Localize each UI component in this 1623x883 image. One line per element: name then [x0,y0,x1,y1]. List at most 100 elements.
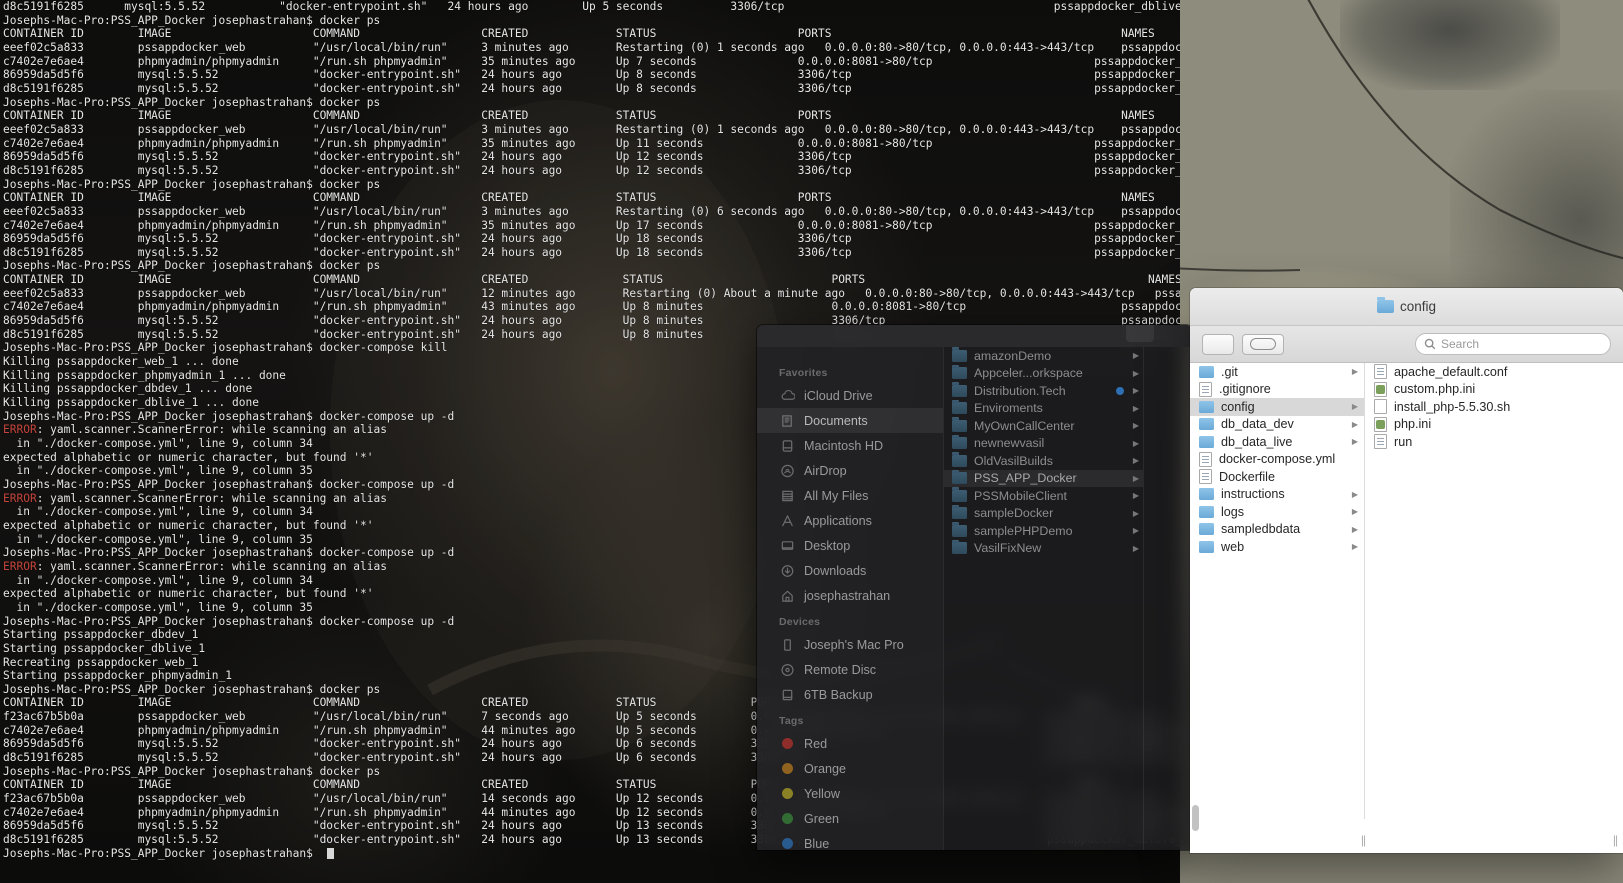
config-file-row[interactable]: run [1365,433,1622,451]
sidebar-item-airdrop[interactable]: AirDrop [757,458,943,483]
sidebar-item-desktop[interactable]: Desktop [757,533,943,558]
shell-script-icon [1374,399,1387,415]
folder-row[interactable]: PSS_APP_Docker ▶ [944,469,1143,487]
column-resize-handle[interactable]: || [1358,833,1368,847]
folder-row[interactable]: OldVasilBuilds ▶ [944,452,1143,470]
folder-row[interactable]: sampleDocker ▶ [944,504,1143,523]
sidebar-item-macintosh-hd[interactable]: Macintosh HD [757,433,943,458]
sidebar-item-all-my-files[interactable]: All My Files [757,483,943,508]
config-file-row[interactable]: apache_default.conf [1365,363,1622,381]
finder-front-titlebar[interactable]: config [1190,288,1623,326]
config-file-row[interactable]: install_php-5.5.30.sh [1365,398,1622,416]
project-item-row[interactable]: db_data_live ▶ [1190,433,1364,451]
folder-icon [952,522,967,537]
column-resize-handle[interactable]: || [1610,833,1620,847]
folder-icon [1199,488,1214,501]
sidebar-group-devices: Devices [779,616,821,628]
project-item-label: db_data_dev [1221,417,1294,432]
sidebar-item-josephastrahan[interactable]: josephastrahan [757,583,943,608]
folder-row-label: newnewvasil [974,436,1045,451]
finder-back-sidebar[interactable]: Favorites iCloud Drive Documents Macintosh … [757,347,943,850]
gear-icon[interactable] [1126,325,1154,342]
project-item-row[interactable]: config ▶ [1190,398,1364,416]
config-file-label: apache_default.conf [1394,364,1508,379]
sidebar-item-blue[interactable]: Blue [757,831,943,850]
folder-row[interactable]: amazonDemo ▶ [944,347,1143,365]
sidebar-item-label: AirDrop [804,463,847,478]
project-item-row[interactable]: .git ▶ [1190,363,1364,381]
harddrive-icon [779,438,795,453]
folder-icon [952,539,967,555]
chevron-right-icon: ▶ [1132,473,1139,483]
sidebar-item-documents[interactable]: Documents [757,408,943,433]
finder-window-front[interactable]: config Search .git ▶ .gitignore config ▶ db_d… [1190,288,1623,853]
folder-row[interactable]: VasilFixNew ▶ [944,539,1143,558]
applications-icon [779,513,795,528]
scrollbar-thumb[interactable] [1192,805,1199,831]
project-item-label: logs [1221,504,1245,519]
sidebar-item-6tb-backup[interactable]: 6TB Backup [757,682,943,707]
folder-icon [1376,297,1394,313]
finder-front-column-config[interactable]: apache_default.conf custom.php.ini install… [1365,363,1622,853]
folder-row[interactable]: MyOwnCallCenter ▶ [944,417,1143,435]
chevron-right-icon: ▶ [1132,438,1139,448]
sidebar-item-icloud-drive[interactable]: iCloud Drive [757,383,943,408]
chevron-right-icon: ▶ [1351,367,1358,377]
folder-row[interactable]: newnewvasil ▶ [944,434,1143,453]
project-item-row[interactable]: web ▶ [1190,538,1364,556]
project-item-label: web [1221,539,1245,554]
sidebar-item-label: 6TB Backup [804,687,873,702]
tag-dot-icon [781,838,793,849]
search-input[interactable]: Search [1415,333,1611,355]
project-item-row[interactable]: sampledbdata ▶ [1190,521,1364,539]
folder-icon [1199,400,1214,413]
sidebar-item-red[interactable]: Red [757,731,943,756]
folder-row[interactable]: Appceler...orkspace ▶ [944,364,1143,383]
project-item-row[interactable]: docker-compose.yml [1190,451,1364,469]
sidebar-item-label: Green [804,811,840,826]
folder-row-label: amazonDemo [974,348,1052,363]
finder-front-toolbar[interactable]: Search [1190,326,1623,363]
sidebar-item-joseph-s-mac-pro[interactable]: Joseph's Mac Pro [757,632,943,657]
chevron-right-icon: ▶ [1351,402,1358,412]
project-item-row[interactable]: .gitignore [1190,381,1364,399]
downloads-icon [779,563,795,578]
sidebar-item-orange[interactable]: Orange [757,756,943,781]
folder-row[interactable]: samplePHPDemo ▶ [944,522,1143,540]
tag-dot-icon [779,811,795,826]
config-file-row[interactable]: php.ini [1365,416,1622,434]
home-icon [779,588,795,603]
folder-row[interactable]: Enviroments ▶ [944,399,1143,418]
sidebar-item-green[interactable]: Green [757,806,943,831]
project-item-label: .git [1221,364,1238,379]
sidebar-item-remote-disc[interactable]: Remote Disc [757,657,943,682]
finder-back-toolbar[interactable] [757,325,1192,347]
tag-dot-icon [781,813,793,824]
all-my-files-icon [779,488,795,503]
config-file-label: php.ini [1394,417,1432,432]
terminal-cursor [326,847,334,859]
sidebar-item-label: Applications [804,513,872,528]
finder-window-back[interactable]: Favorites iCloud Drive Documents Macintosh … [757,325,1192,850]
folder-row-label: MyOwnCallCenter [974,418,1075,433]
project-item-row[interactable]: db_data_dev ▶ [1190,416,1364,434]
folder-row-label: Enviroments [974,401,1043,416]
project-item-row[interactable]: logs ▶ [1190,503,1364,521]
sidebar-item-applications[interactable]: Applications [757,508,943,533]
action-button[interactable] [1242,333,1284,355]
project-item-row[interactable]: instructions ▶ [1190,486,1364,504]
finder-front-column-project[interactable]: .git ▶ .gitignore config ▶ db_data_dev ▶ db_dat… [1190,363,1365,853]
finder-back-column-folders[interactable]: amazonDemo ▶ Appceler...orkspace ▶ Distribut… [943,347,1143,850]
project-item-row[interactable]: Dockerfile [1190,468,1364,486]
finder-back-column-next[interactable] [1143,347,1192,850]
sidebar-item-label: Documents [804,413,868,428]
tag-button[interactable] [1202,333,1234,355]
folder-row[interactable]: PSSMobileClient ▶ [944,487,1143,505]
chevron-right-icon: ▶ [1132,403,1139,413]
config-file-row[interactable]: custom.php.ini [1365,381,1622,399]
tag-dot-icon [779,836,795,850]
folder-row[interactable]: Distribution.Tech ▶ [944,382,1143,400]
sidebar-item-yellow[interactable]: Yellow [757,781,943,806]
sidebar-item-downloads[interactable]: Downloads [757,558,943,583]
sidebar-item-label: Blue [804,836,830,851]
